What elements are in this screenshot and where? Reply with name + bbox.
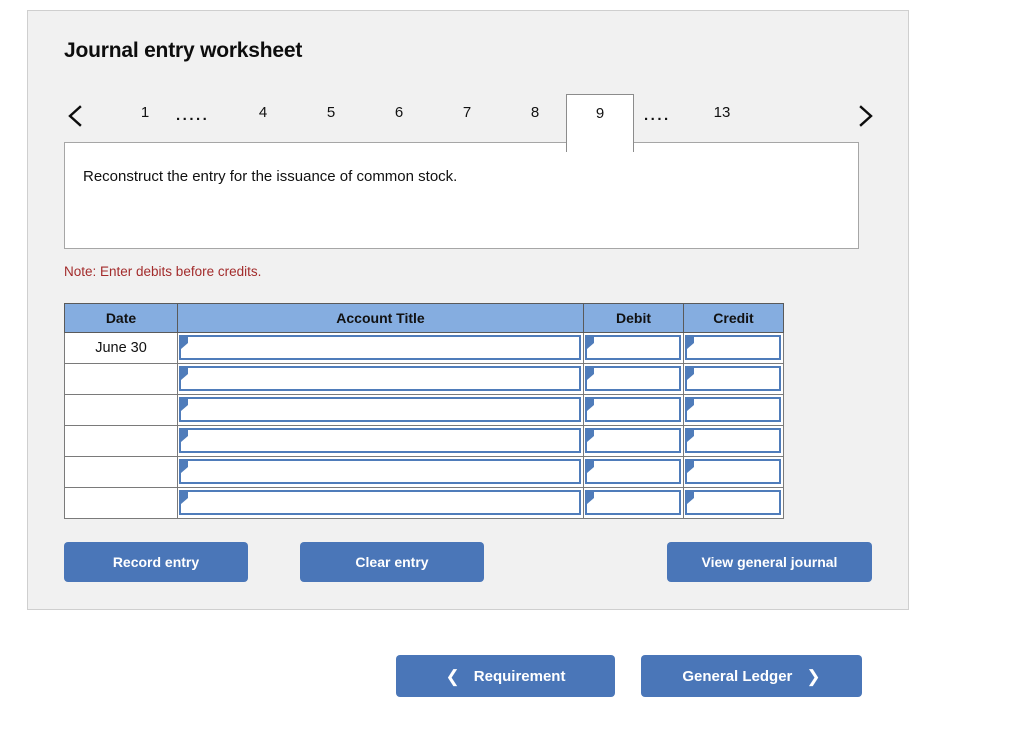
date-cell[interactable] bbox=[64, 363, 178, 395]
credit-input-cell[interactable] bbox=[683, 394, 784, 426]
table-row bbox=[64, 456, 784, 488]
tab-page-4[interactable]: 4 bbox=[246, 104, 280, 121]
dropdown-triangle-icon bbox=[181, 337, 188, 349]
dropdown-triangle-icon bbox=[587, 492, 594, 504]
chevron-right-icon bbox=[859, 105, 873, 127]
credit-input-cell[interactable] bbox=[683, 332, 784, 364]
date-cell[interactable] bbox=[64, 425, 178, 457]
credit-input-cell[interactable] bbox=[683, 363, 784, 395]
debit-input-cell[interactable] bbox=[583, 456, 684, 488]
account-title-input-cell[interactable] bbox=[177, 363, 584, 395]
tab-ellipsis-right: .... bbox=[644, 107, 671, 124]
prev-page-button[interactable] bbox=[64, 104, 88, 128]
tab-page-5[interactable]: 5 bbox=[314, 104, 348, 121]
dropdown-triangle-icon bbox=[687, 368, 694, 380]
dropdown-triangle-icon bbox=[587, 368, 594, 380]
debit-input-cell[interactable] bbox=[583, 487, 684, 519]
tab-page-13[interactable]: 13 bbox=[705, 104, 739, 121]
dropdown-triangle-icon bbox=[181, 461, 188, 473]
tab-page-8[interactable]: 8 bbox=[518, 104, 552, 121]
tab-page-1[interactable]: 1 bbox=[128, 104, 162, 121]
table-row bbox=[64, 487, 784, 519]
chevron-right-icon: ❯ bbox=[806, 666, 821, 686]
dropdown-triangle-icon bbox=[181, 492, 188, 504]
debits-before-credits-note: Note: Enter debits before credits. bbox=[64, 264, 262, 279]
tab-page-6[interactable]: 6 bbox=[382, 104, 416, 121]
requirement-nav-label: Requirement bbox=[473, 667, 566, 685]
chevron-left-icon: ❮ bbox=[445, 666, 460, 686]
next-page-button[interactable] bbox=[853, 104, 877, 128]
dropdown-triangle-icon bbox=[587, 337, 594, 349]
column-header-account-title: Account Title bbox=[177, 303, 584, 333]
table-row bbox=[64, 425, 784, 457]
credit-input-cell[interactable] bbox=[683, 456, 784, 488]
page-title: Journal entry worksheet bbox=[64, 39, 303, 62]
tab-ellipsis-left: ..... bbox=[176, 107, 210, 124]
column-header-date: Date bbox=[64, 303, 178, 333]
page-root: Journal entry worksheet 1 ..... 4 5 6 7 … bbox=[0, 0, 1032, 736]
column-header-credit: Credit bbox=[683, 303, 784, 333]
journal-entry-table: Date Account Title Debit Credit June 30 bbox=[64, 303, 784, 519]
transaction-prompt-text: Reconstruct the entry for the issuance o… bbox=[83, 168, 458, 185]
dropdown-triangle-icon bbox=[181, 368, 188, 380]
worksheet-tab-strip: 1 ..... 4 5 6 7 8 9 .... 13 bbox=[28, 84, 910, 152]
record-entry-button[interactable]: Record entry bbox=[64, 542, 248, 582]
account-title-input-cell[interactable] bbox=[177, 487, 584, 519]
requirement-nav-button[interactable]: ❮ Requirement bbox=[396, 655, 615, 697]
journal-entry-worksheet-panel: Journal entry worksheet 1 ..... 4 5 6 7 … bbox=[27, 10, 909, 610]
dropdown-triangle-icon bbox=[181, 430, 188, 442]
view-general-journal-button[interactable]: View general journal bbox=[667, 542, 872, 582]
account-title-input-cell[interactable] bbox=[177, 394, 584, 426]
tab-page-9-label: 9 bbox=[595, 105, 605, 122]
debit-input-cell[interactable] bbox=[583, 394, 684, 426]
active-tab-seam bbox=[567, 141, 633, 144]
transaction-prompt-box: Reconstruct the entry for the issuance o… bbox=[64, 142, 859, 249]
clear-entry-button[interactable]: Clear entry bbox=[300, 542, 484, 582]
dropdown-triangle-icon bbox=[687, 399, 694, 411]
general-ledger-nav-button[interactable]: General Ledger ❯ bbox=[641, 655, 862, 697]
date-cell[interactable]: June 30 bbox=[64, 332, 178, 364]
dropdown-triangle-icon bbox=[587, 461, 594, 473]
date-cell[interactable] bbox=[64, 487, 178, 519]
dropdown-triangle-icon bbox=[687, 430, 694, 442]
dropdown-triangle-icon bbox=[587, 430, 594, 442]
account-title-input-cell[interactable] bbox=[177, 425, 584, 457]
column-header-debit: Debit bbox=[583, 303, 684, 333]
table-row bbox=[64, 394, 784, 426]
debit-input-cell[interactable] bbox=[583, 332, 684, 364]
credit-input-cell[interactable] bbox=[683, 425, 784, 457]
debit-input-cell[interactable] bbox=[583, 425, 684, 457]
table-row: June 30 bbox=[64, 332, 784, 364]
dropdown-triangle-icon bbox=[181, 399, 188, 411]
debit-input-cell[interactable] bbox=[583, 363, 684, 395]
dropdown-triangle-icon bbox=[587, 399, 594, 411]
tab-page-7[interactable]: 7 bbox=[450, 104, 484, 121]
dropdown-triangle-icon bbox=[687, 492, 694, 504]
general-ledger-nav-label: General Ledger bbox=[682, 667, 793, 685]
table-header-row: Date Account Title Debit Credit bbox=[64, 303, 784, 333]
chevron-left-icon bbox=[68, 105, 82, 127]
credit-input-cell[interactable] bbox=[683, 487, 784, 519]
date-cell[interactable] bbox=[64, 394, 178, 426]
dropdown-triangle-icon bbox=[687, 337, 694, 349]
date-cell[interactable] bbox=[64, 456, 178, 488]
table-row bbox=[64, 363, 784, 395]
account-title-input-cell[interactable] bbox=[177, 456, 584, 488]
dropdown-triangle-icon bbox=[687, 461, 694, 473]
account-title-input-cell[interactable] bbox=[177, 332, 584, 364]
